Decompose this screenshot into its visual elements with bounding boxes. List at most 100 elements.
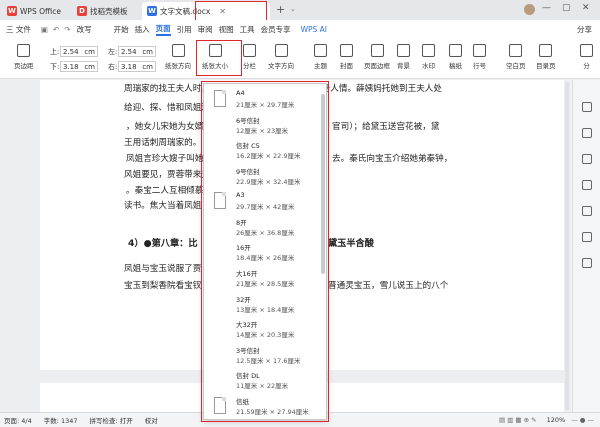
maximize-icon[interactable]: ▢ xyxy=(562,3,571,13)
select-icon[interactable] xyxy=(582,128,592,138)
toc-page-label: 目录页 xyxy=(536,62,556,70)
menu-home[interactable]: 开始 xyxy=(114,24,129,35)
margins-button[interactable]: 页边距 xyxy=(14,44,34,70)
menu-tools[interactable]: 工具 xyxy=(240,24,255,35)
unit-label: cm xyxy=(84,47,95,56)
minimize-icon[interactable]: — xyxy=(542,3,551,13)
chevron-down-icon[interactable]: ⌄ xyxy=(290,5,296,13)
location-icon[interactable] xyxy=(582,180,592,190)
menu-page[interactable]: 页面 xyxy=(155,23,171,36)
top-margin-label: 上: xyxy=(50,48,60,56)
right-margin-input[interactable]: 3.18 cm xyxy=(118,61,156,72)
margins-icon xyxy=(17,44,31,57)
doc-line: 。秦宝二人互相倾慕 xyxy=(126,186,204,196)
page-border-label: 页面边框 xyxy=(364,62,390,70)
orientation-label: 纸张方向 xyxy=(165,62,191,70)
theme-button[interactable]: 主题 xyxy=(314,44,327,70)
orientation-button[interactable]: 纸张方向 xyxy=(165,44,191,70)
top-margin-value: 2.54 xyxy=(63,47,79,56)
draft-paper-label: 稿纸 xyxy=(449,62,462,70)
toc-page-icon xyxy=(539,44,553,57)
unit-label: cm xyxy=(142,62,153,71)
blank-page-label: 空白页 xyxy=(506,62,526,70)
edit-icon[interactable] xyxy=(582,154,592,164)
proofread-button[interactable]: 校对 xyxy=(145,415,158,425)
word-count[interactable]: 字数: 1347 xyxy=(44,415,78,425)
cover-button[interactable]: 封面 xyxy=(340,44,353,70)
more-icon[interactable] xyxy=(582,258,592,268)
tab-wps-office[interactable]: W WPS Office xyxy=(2,2,66,20)
undo-icon[interactable]: ↶ xyxy=(53,25,59,34)
writer-logo-icon: W xyxy=(147,6,157,16)
theme-icon xyxy=(314,44,327,57)
tab-label: 找稻壳模板 xyxy=(90,6,128,16)
doc-line: 晋通灵宝玉，雪儿说玉上的八个 xyxy=(328,281,449,291)
tab-label: WPS Office xyxy=(20,6,61,16)
cover-icon xyxy=(340,44,353,57)
columns-label: 分栏 xyxy=(243,62,256,70)
menu-view[interactable]: 视图 xyxy=(219,24,234,35)
right-margin-value: 3.18 xyxy=(121,62,137,71)
menu-member[interactable]: 会员专享 xyxy=(261,24,291,35)
text-direction-button[interactable]: 文字方向 xyxy=(268,44,294,70)
toc-page-button[interactable]: 目录页 xyxy=(536,44,556,70)
left-margin-label: 左: xyxy=(108,48,118,56)
spell-check[interactable]: 拼写检查: 打开 xyxy=(90,415,133,425)
zoom-level[interactable]: 120% xyxy=(547,416,566,424)
blank-page-button[interactable]: 空白页 xyxy=(506,44,526,70)
avatar[interactable] xyxy=(524,4,535,15)
wps-logo-icon: W xyxy=(7,6,17,16)
page-indicator[interactable]: 页面: 4/4 xyxy=(4,415,32,425)
menu-reference[interactable]: 引用 xyxy=(177,24,192,35)
bottom-margin-input[interactable]: 3.18 cm xyxy=(60,61,98,72)
split-label: 分 xyxy=(583,62,590,70)
more-menu[interactable]: 改写 xyxy=(77,24,92,35)
menu-insert[interactable]: 插入 xyxy=(135,24,150,35)
doc-line: 宝玉到梨香院看宝钗 xyxy=(124,281,202,291)
section-heading: 黛玉半含酸 xyxy=(328,238,374,249)
columns-icon xyxy=(243,44,256,57)
document-scrollbar[interactable] xyxy=(565,82,569,410)
file-menu[interactable]: 三 文件 xyxy=(6,24,31,35)
line-number-label: 行号 xyxy=(473,62,486,70)
columns-button[interactable]: 分栏 xyxy=(243,44,256,70)
watermark-button[interactable]: 水印 xyxy=(422,44,435,70)
close-window-icon[interactable]: ✕ xyxy=(582,3,590,13)
menu-bar: 三 文件 ▣ ↶ ↷ 改写 开始 插入 页面 引用 审阅 视图 工具 会员专享 … xyxy=(0,20,600,39)
share-button[interactable]: 分享 xyxy=(577,24,592,35)
comment-icon[interactable] xyxy=(582,232,592,242)
help-icon[interactable] xyxy=(582,206,592,216)
adjust-icon[interactable] xyxy=(582,102,592,112)
tab-template[interactable]: D 找稻壳模板 xyxy=(72,2,133,20)
margins-label: 页边距 xyxy=(14,62,34,70)
draft-paper-button[interactable]: 稿纸 xyxy=(449,44,462,70)
doc-line: 去。秦氏向宝玉介绍她弟秦钟， xyxy=(332,154,453,164)
right-margin-label: 右: xyxy=(108,63,118,71)
doc-line: 凤姐言珍大嫂子叫她 xyxy=(126,154,204,164)
line-number-button[interactable]: 行号 xyxy=(473,44,486,70)
save-icon[interactable]: ▣ xyxy=(41,25,48,34)
menu-review[interactable]: 审阅 xyxy=(198,24,213,35)
background-label: 背景 xyxy=(397,62,410,70)
section-heading: 4）●第八章：比 xyxy=(128,238,198,249)
redo-icon[interactable]: ↷ xyxy=(64,25,70,34)
view-mode-icon[interactable]: ▤ ▥ ▦ ⊕ ✎ xyxy=(499,416,537,424)
background-icon xyxy=(397,44,410,57)
page-border-icon xyxy=(370,44,384,57)
wps-ai-button[interactable]: WPS AI xyxy=(301,25,327,34)
new-tab-button[interactable]: + xyxy=(276,3,285,16)
doc-line: 王用话刺周瑞家的。 xyxy=(124,138,202,148)
left-margin-input[interactable]: 2.54 cm xyxy=(118,46,156,57)
zoom-slider[interactable]: — ● — xyxy=(571,416,594,424)
top-margin-input[interactable]: 2.54 cm xyxy=(60,46,98,57)
highlight-box-paper-size xyxy=(196,40,242,76)
background-button[interactable]: 背景 xyxy=(397,44,410,70)
docer-logo-icon: D xyxy=(77,6,87,16)
right-sidebar xyxy=(572,80,600,412)
text-direction-label: 文字方向 xyxy=(268,62,294,70)
line-number-icon xyxy=(473,44,486,57)
page-border-button[interactable]: 页面边框 xyxy=(364,44,390,70)
cover-label: 封面 xyxy=(340,62,353,70)
watermark-label: 水印 xyxy=(422,62,435,70)
split-button[interactable]: 分 xyxy=(580,44,593,70)
